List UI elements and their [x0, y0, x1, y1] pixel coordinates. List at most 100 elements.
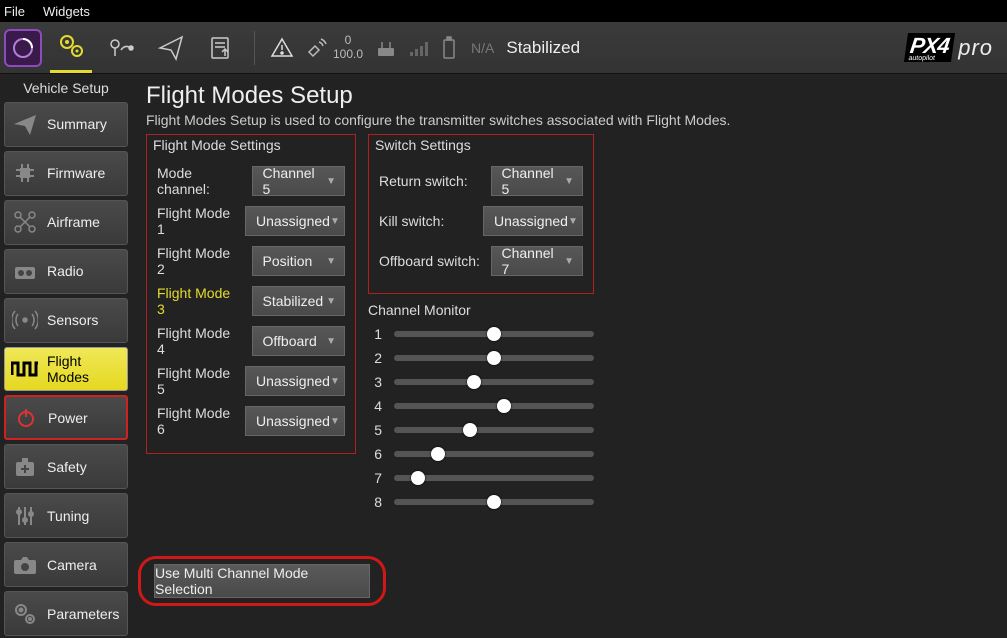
channel-number: 1: [368, 326, 382, 342]
chevron-down-icon: ▼: [568, 216, 578, 227]
sidebar-item-summary[interactable]: Summary: [4, 102, 128, 147]
satellite-status: 0100.0: [305, 34, 363, 60]
sidebar-item-parameters[interactable]: Parameters: [4, 591, 128, 636]
sidebar-item-power[interactable]: Power: [4, 395, 128, 440]
chevron-down-icon: ▼: [326, 296, 336, 307]
channel-row-8: 8: [368, 490, 594, 514]
channel-slider-7[interactable]: [394, 475, 594, 481]
sidebar-item-safety[interactable]: Safety: [4, 444, 128, 489]
channel-number: 4: [368, 398, 382, 414]
waypoint-button[interactable]: [100, 27, 142, 69]
switch-combo-1[interactable]: Unassigned▼: [483, 206, 583, 236]
flight-mode-combo-2[interactable]: Position▼: [252, 246, 345, 276]
channel-slider-4[interactable]: [394, 403, 594, 409]
sidebar-item-label: Airframe: [47, 214, 100, 230]
flight-mode-combo-1[interactable]: Unassigned▼: [245, 206, 345, 236]
sidebar-item-label: Camera: [47, 557, 97, 573]
sidebar-item-firmware[interactable]: Firmware: [4, 151, 128, 196]
channel-slider-2[interactable]: [394, 355, 594, 361]
sidebar-item-tuning[interactable]: Tuning: [4, 493, 128, 538]
toolbar-separator: [254, 31, 255, 65]
switch-label-0: Return switch:: [379, 173, 481, 189]
channel-row-1: 1: [368, 322, 594, 346]
channel-row-6: 6: [368, 442, 594, 466]
switch-combo-2[interactable]: Channel 7▼: [491, 246, 584, 276]
menubar: File Widgets: [0, 0, 1007, 22]
channel-row-2: 2: [368, 346, 594, 370]
analyze-button[interactable]: [200, 27, 242, 69]
flight-mode-combo-4[interactable]: Offboard▼: [252, 326, 345, 356]
sidebar-item-label: Safety: [47, 459, 87, 475]
channel-row-4: 4: [368, 394, 594, 418]
switch-combo-0[interactable]: Channel 5▼: [491, 166, 584, 196]
channel-slider-6[interactable]: [394, 451, 594, 457]
chevron-down-icon: ▼: [326, 336, 336, 347]
content-area: Flight Modes Setup Flight Modes Setup is…: [132, 74, 1007, 638]
multi-channel-mode-button[interactable]: Use Multi Channel Mode Selection: [154, 564, 370, 598]
channel-slider-1[interactable]: [394, 331, 594, 337]
sidebar-item-airframe[interactable]: Airframe: [4, 200, 128, 245]
satellite-icon: [305, 36, 329, 60]
panel-title: Channel Monitor: [368, 302, 594, 318]
flight-mode-label-2: Flight Mode 2: [157, 245, 242, 277]
flight-mode-label-6: Flight Mode 6: [157, 405, 235, 437]
channel-number: 8: [368, 494, 382, 510]
medkit-icon: [11, 453, 39, 481]
switch-settings-panel: Switch Settings Return switch: Channel 5…: [368, 134, 594, 294]
flight-mode-label-4: Flight Mode 4: [157, 325, 242, 357]
flight-mode-label-5: Flight Mode 5: [157, 365, 235, 397]
chevron-down-icon: ▼: [564, 256, 574, 267]
mode-channel-label: Mode channel:: [157, 165, 242, 197]
channel-slider-8[interactable]: [394, 499, 594, 505]
sidebar-item-label: Tuning: [47, 508, 89, 524]
sidebar-item-sensors[interactable]: Sensors: [4, 298, 128, 343]
panel-title: Switch Settings: [375, 137, 583, 153]
flight-mode-combo-5[interactable]: Unassigned▼: [245, 366, 345, 396]
channel-slider-5[interactable]: [394, 427, 594, 433]
channel-slider-3[interactable]: [394, 379, 594, 385]
channel-row-5: 5: [368, 418, 594, 442]
chevron-down-icon: ▼: [330, 216, 340, 227]
sidebar-item-camera[interactable]: Camera: [4, 542, 128, 587]
app-logo-button[interactable]: [4, 29, 42, 67]
sidebar-item-label: Parameters: [47, 606, 119, 622]
switch-label-2: Offboard switch:: [379, 253, 481, 269]
channel-number: 7: [368, 470, 382, 486]
toolbar: 0100.0 N/A Stabilized PX4autopilot pro: [0, 22, 1007, 74]
flight-mode-combo-3[interactable]: Stabilized▼: [252, 286, 345, 316]
flight-mode-label-3: Flight Mode 3: [157, 285, 242, 317]
drone-icon: [11, 208, 39, 236]
sidebar-item-label: Radio: [47, 263, 84, 279]
channel-row-3: 3: [368, 370, 594, 394]
sidebar-item-label: Flight Modes: [47, 353, 121, 385]
warning-icon[interactable]: [267, 27, 297, 69]
sliders-icon: [11, 502, 39, 530]
multi-channel-wrap: Use Multi Channel Mode Selection: [146, 564, 378, 598]
page-title: Flight Modes Setup: [146, 82, 993, 110]
flight-mode-combo-6[interactable]: Unassigned▼: [245, 406, 345, 436]
chevron-down-icon: ▼: [326, 176, 336, 187]
signal-icon: [409, 39, 433, 57]
plane-button[interactable]: [150, 27, 192, 69]
plane-icon: [11, 110, 39, 138]
menu-file[interactable]: File: [4, 4, 25, 19]
gears-icon: [11, 600, 39, 628]
toolbar-mode-label[interactable]: Stabilized: [506, 38, 580, 58]
menu-widgets[interactable]: Widgets: [43, 4, 90, 19]
sidebar-item-label: Sensors: [47, 312, 98, 328]
chevron-down-icon: ▼: [330, 416, 340, 427]
camera-icon: [11, 551, 39, 579]
sensor-icon: [11, 306, 39, 334]
waveform-icon: [11, 355, 39, 383]
sidebar-item-radio[interactable]: Radio: [4, 249, 128, 294]
radio-icon: [11, 257, 39, 285]
chevron-down-icon: ▼: [326, 256, 336, 267]
power-icon: [12, 404, 40, 432]
mode-channel-combo[interactable]: Channel 5▼: [252, 166, 345, 196]
switch-label-1: Kill switch:: [379, 213, 473, 229]
channel-monitor-panel: Channel Monitor 1 2 3 4 5 6 7 8: [368, 302, 594, 514]
sidebar-item-flight-modes[interactable]: Flight Modes: [4, 347, 128, 392]
sidebar-item-label: Firmware: [47, 165, 105, 181]
setup-button[interactable]: [50, 22, 92, 73]
battery-icon: [441, 36, 463, 60]
